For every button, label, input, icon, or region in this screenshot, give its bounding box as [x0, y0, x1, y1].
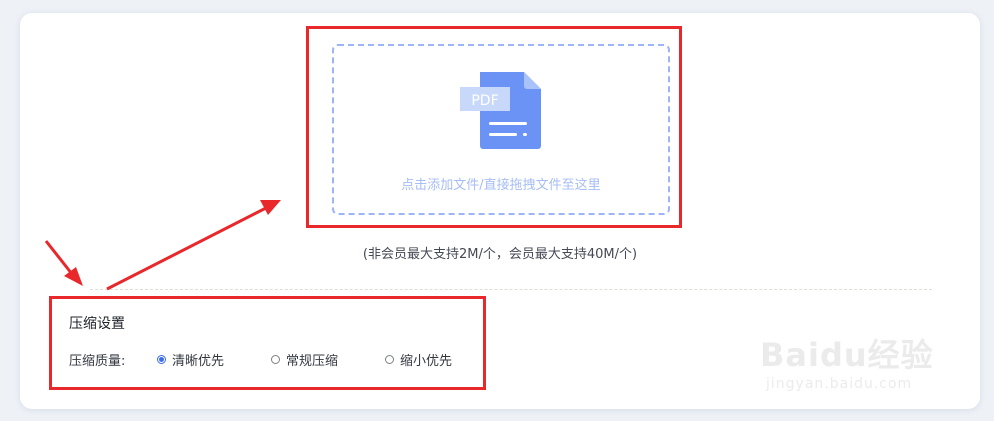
annotation-box-settings	[49, 296, 486, 390]
section-divider	[90, 289, 932, 290]
baidu-jingyan-watermark: Baidu经验 jingyan.baidu.com	[760, 318, 960, 400]
size-limit-note: (非会员最大支持2M/个，会员最大支持40M/个)	[362, 247, 638, 262]
annotation-box-upload	[306, 26, 682, 228]
watermark-url: jingyan.baidu.com	[766, 376, 913, 392]
watermark-logo: Baidu经验	[760, 336, 934, 374]
